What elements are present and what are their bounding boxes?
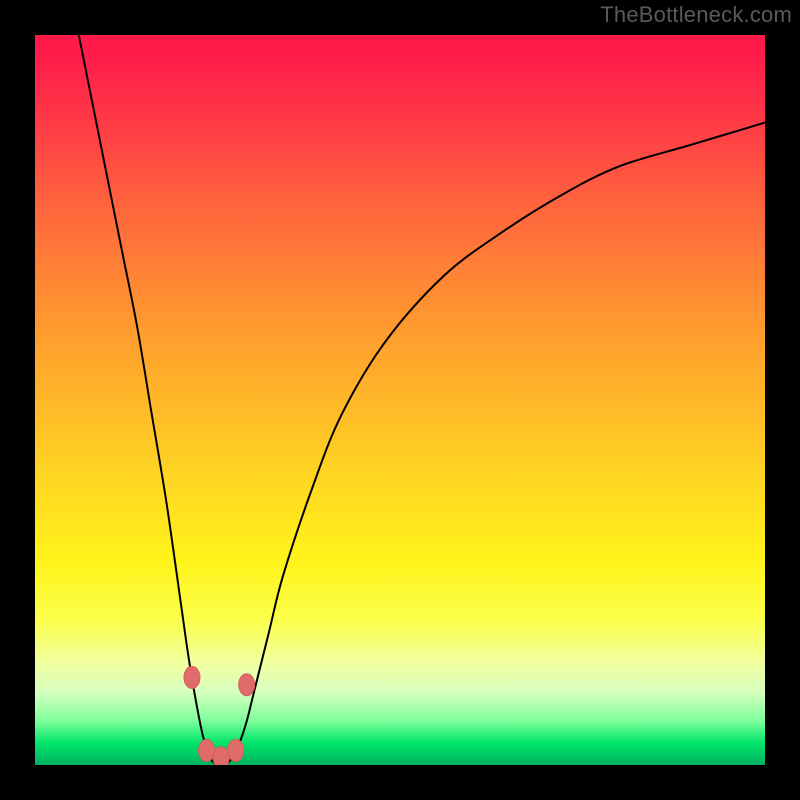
watermark-text: TheBottleneck.com	[600, 2, 792, 28]
curve-marker	[199, 739, 215, 761]
curve-marker	[184, 666, 200, 688]
bottleneck-curve	[79, 35, 765, 765]
curve-markers	[184, 666, 255, 765]
curve-marker	[228, 739, 244, 761]
chart-frame: TheBottleneck.com	[0, 0, 800, 800]
plot-area	[35, 35, 765, 765]
curve-marker	[213, 747, 229, 765]
curve-marker	[239, 674, 255, 696]
chart-svg	[35, 35, 765, 765]
